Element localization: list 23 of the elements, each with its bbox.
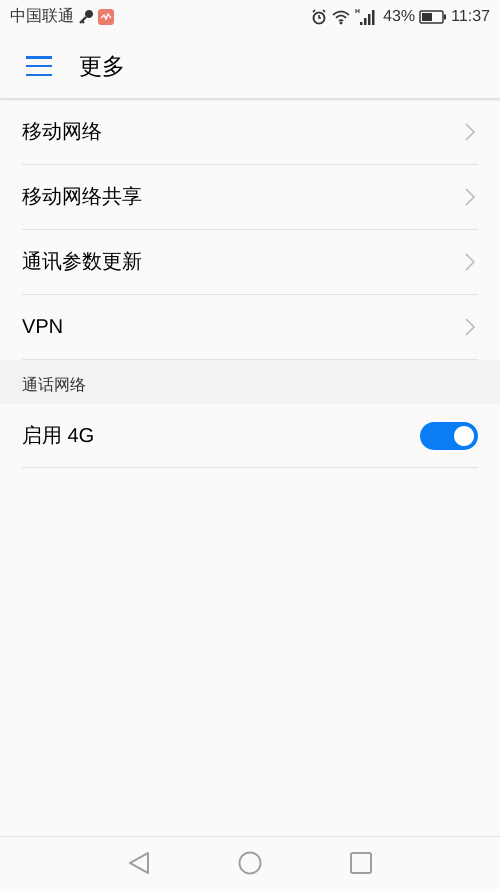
back-icon[interactable] xyxy=(128,851,150,875)
settings-item[interactable]: 移动网络共享 xyxy=(22,165,478,230)
wifi-icon xyxy=(331,9,352,25)
chevron-right-icon xyxy=(465,253,475,271)
chevron-right-icon xyxy=(465,318,475,336)
chevron-right-icon xyxy=(465,123,475,141)
settings-item[interactable]: 通讯参数更新 xyxy=(22,230,478,295)
battery-icon xyxy=(419,10,448,24)
battery-percentage: 43% xyxy=(383,7,416,27)
clock-time: 11:37 xyxy=(451,7,490,27)
section-header: 通话网络 xyxy=(0,360,500,404)
alarm-icon xyxy=(311,9,328,25)
chevron-right-icon xyxy=(465,188,475,206)
menu-icon[interactable] xyxy=(26,56,52,76)
recents-icon[interactable] xyxy=(350,852,372,874)
home-icon[interactable] xyxy=(238,851,262,875)
app-notification-icon xyxy=(98,9,114,25)
carrier-name: 中国联通 xyxy=(10,6,74,27)
key-icon xyxy=(78,9,94,25)
settings-item[interactable]: 移动网络 xyxy=(22,100,478,165)
toggle-switch[interactable] xyxy=(420,422,478,450)
setting-label: 启用 4G xyxy=(22,424,94,448)
page-title: 更多 xyxy=(79,52,125,81)
